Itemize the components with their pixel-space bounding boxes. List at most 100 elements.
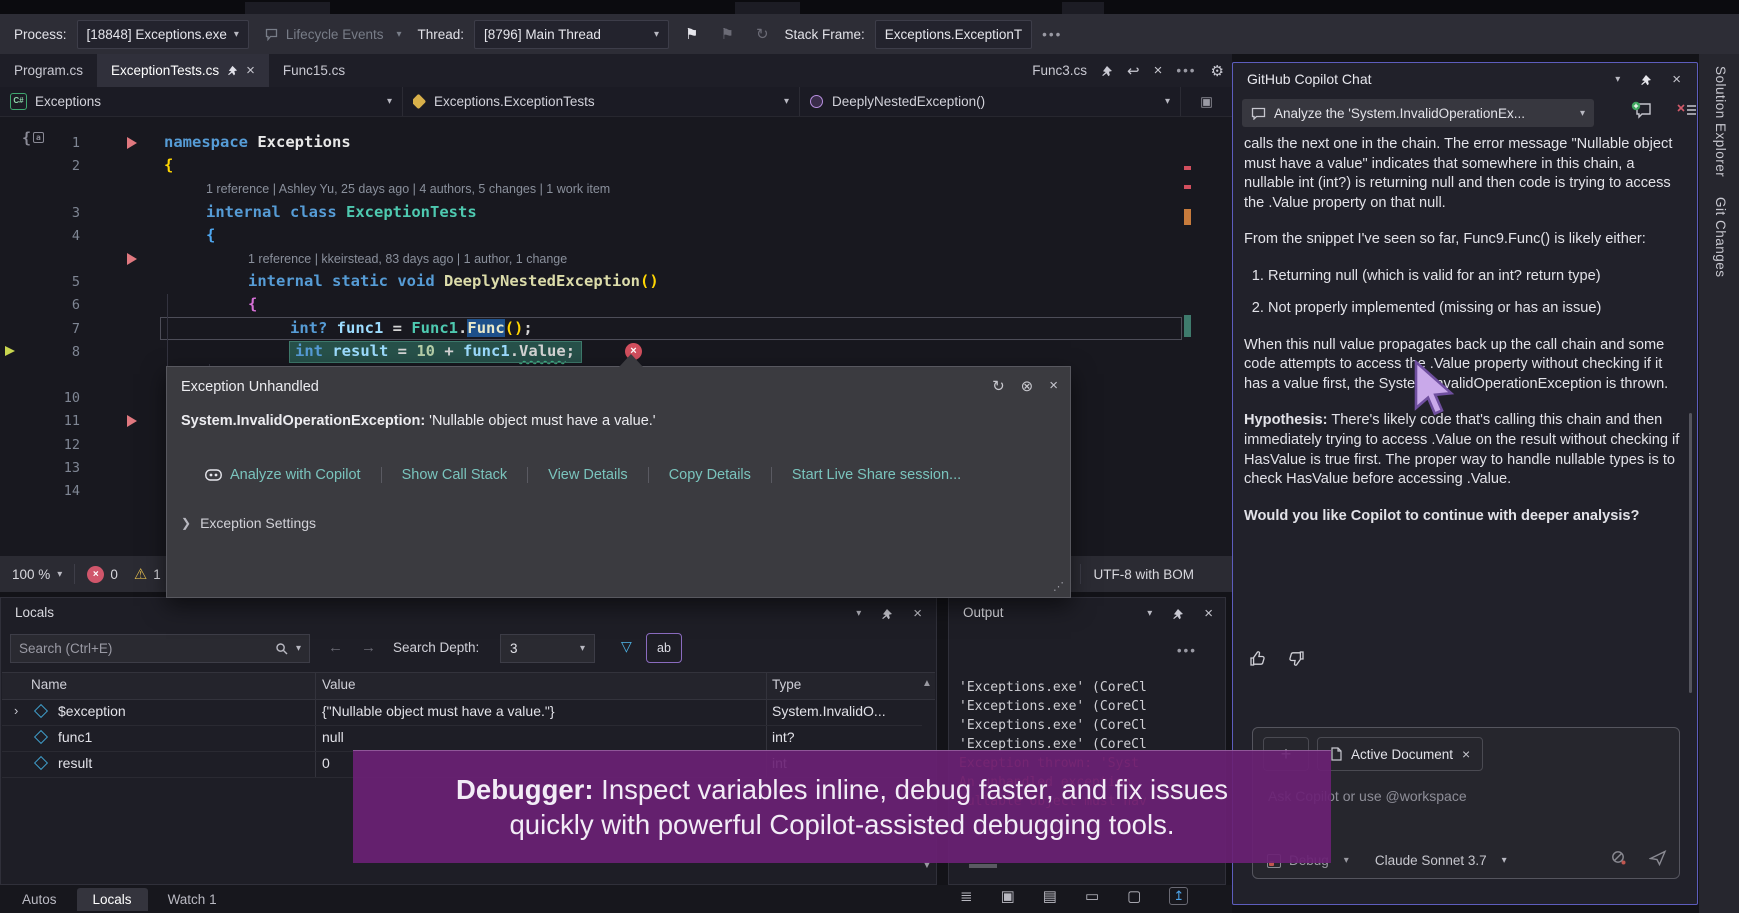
code-line[interactable]: 3internal class ExceptionTests: [0, 201, 1232, 224]
search-back-icon[interactable]: ←: [328, 639, 343, 656]
codelens-row[interactable]: 1 reference | Ashley Yu, 25 days ago | 4…: [0, 177, 1232, 200]
filter-icon[interactable]: ▽: [621, 638, 632, 655]
popup-action-start-live-share-session-[interactable]: Start Live Share session...: [772, 467, 981, 483]
bottom-tab-watch-1[interactable]: Watch 1: [152, 888, 233, 911]
thumbs-down-icon[interactable]: [1286, 649, 1305, 668]
search-forward-icon[interactable]: →: [361, 639, 376, 656]
chevron-down-icon[interactable]: ▾: [1147, 608, 1152, 619]
scroll-up-icon[interactable]: ▲: [922, 678, 932, 689]
close-icon[interactable]: ×: [246, 62, 255, 79]
bottom-tab-autos[interactable]: Autos: [6, 888, 73, 911]
code-line[interactable]: 6{: [0, 293, 1232, 316]
close-icon[interactable]: ×: [913, 605, 922, 622]
encoding-indicator[interactable]: UTF-8 with BOM: [1093, 567, 1194, 582]
popup-action-analyze-with-copilot[interactable]: Analyze with Copilot: [185, 467, 382, 483]
tab-overflow-button[interactable]: •••: [1176, 63, 1196, 78]
column-type[interactable]: Type: [772, 677, 801, 692]
console-icon[interactable]: ▭: [1085, 887, 1099, 905]
locals-row[interactable]: ›$exception{"Nullable object must have a…: [2, 699, 922, 726]
rail-tab-git-changes[interactable]: Git Changes: [1710, 197, 1728, 278]
chat-scrollbar[interactable]: [1689, 413, 1692, 693]
exception-settings-expander[interactable]: ❯ Exception Settings: [181, 515, 316, 531]
send-icon[interactable]: [1649, 850, 1667, 866]
gear-icon[interactable]: ⚙: [1211, 62, 1224, 80]
error-count[interactable]: 0: [110, 567, 118, 582]
chat-thread-dropdown[interactable]: Analyze the 'System.InvalidOperationEx..…: [1242, 99, 1594, 127]
close-icon[interactable]: ×: [1462, 746, 1470, 762]
thumbs-up-icon[interactable]: [1249, 649, 1268, 668]
close-icon[interactable]: ×: [1204, 605, 1213, 622]
toolbar-overflow-button[interactable]: •••: [1042, 27, 1062, 42]
chat-bold: Hypothesis:: [1244, 412, 1328, 428]
refresh-icon[interactable]: ↻: [992, 377, 1005, 395]
tab-func3[interactable]: Func3.cs: [1032, 63, 1087, 78]
close-icon[interactable]: ×: [1049, 377, 1058, 395]
pin-icon[interactable]: [1172, 608, 1184, 620]
breadcrumb-method[interactable]: DeeplyNestedException() ▾: [800, 87, 1181, 116]
close-icon[interactable]: ×: [1672, 71, 1681, 88]
codelens-row[interactable]: 1 reference | kkeirstead, 83 days ago | …: [0, 247, 1232, 270]
code-line[interactable]: 8int result = 10 + func1.Value;×: [0, 340, 1232, 363]
document-icon: [1330, 747, 1342, 761]
layers-icon[interactable]: ▣: [1001, 887, 1015, 905]
execution-pointer-icon: [5, 346, 15, 356]
code-line[interactable]: 1namespace Exceptions: [0, 131, 1232, 154]
breadcrumb-project[interactable]: C# Exceptions ▾: [0, 87, 403, 116]
thread-dropdown[interactable]: [8796] Main Thread▾: [474, 20, 669, 49]
terminal-icon[interactable]: ▢: [1127, 887, 1141, 905]
tools-icon[interactable]: [1610, 849, 1627, 866]
breadcrumb-class[interactable]: Exceptions.ExceptionTests ▾: [403, 87, 800, 116]
output-overflow-button[interactable]: •••: [1177, 643, 1197, 658]
stack-frame-dropdown[interactable]: Exceptions.ExceptionT: [875, 20, 1032, 49]
clear-chat-icon[interactable]: [1676, 101, 1698, 121]
search-depth-dropdown[interactable]: 3 ▾: [500, 634, 595, 663]
skip-loop-icon[interactable]: ↻: [750, 25, 775, 43]
popup-action-show-call-stack[interactable]: Show Call Stack: [382, 467, 529, 483]
lifecycle-events-button[interactable]: Lifecycle Events ▾: [259, 27, 408, 42]
error-count-icon[interactable]: ×: [87, 566, 104, 583]
popup-action-view-details[interactable]: View Details: [528, 467, 649, 483]
locals-row[interactable]: func1nullint?: [2, 725, 922, 752]
document-outline-icon[interactable]: ▣: [1181, 87, 1232, 116]
pin-icon[interactable]: [1640, 74, 1652, 86]
flag-outline-icon[interactable]: ⚑: [714, 25, 739, 43]
flag-icon[interactable]: ⚑: [679, 25, 704, 43]
horizontal-scrollbar-thumb[interactable]: [969, 864, 997, 868]
tab-func15-cs[interactable]: Func15.cs: [269, 54, 359, 87]
bottom-tab-locals[interactable]: Locals: [77, 888, 148, 911]
break-settings-icon[interactable]: ⊗: [1021, 377, 1034, 395]
close-icon[interactable]: ×: [1154, 62, 1163, 79]
pin-icon[interactable]: [1101, 65, 1113, 77]
expander-chevron-icon[interactable]: ›: [14, 703, 18, 718]
chevron-down-icon[interactable]: ▾: [296, 643, 301, 654]
tab-program-cs[interactable]: Program.cs: [0, 54, 97, 87]
watch-grid-icon[interactable]: ▤: [1043, 887, 1057, 905]
tab-exceptiontests-cs[interactable]: ExceptionTests.cs×: [97, 54, 269, 87]
warning-icon[interactable]: ⚠: [134, 565, 147, 583]
chevron-down-icon[interactable]: ▾: [1615, 74, 1620, 85]
column-value[interactable]: Value: [322, 677, 356, 692]
navigate-back-icon[interactable]: ↩: [1127, 62, 1140, 80]
scroll-marker-strip[interactable]: [1183, 117, 1192, 556]
context-chip-active-document[interactable]: Active Document ×: [1317, 737, 1483, 771]
resize-grip[interactable]: ⋰: [1053, 580, 1065, 593]
pin-icon[interactable]: [227, 65, 238, 76]
chevron-down-icon[interactable]: ▾: [856, 608, 861, 619]
code-line[interactable]: 7int? func1 = Func1.Func();: [0, 317, 1232, 340]
publish-icon[interactable]: ↥: [1169, 887, 1188, 905]
pin-icon[interactable]: [881, 608, 893, 620]
warning-count[interactable]: 1: [153, 567, 161, 582]
popup-action-copy-details[interactable]: Copy Details: [649, 467, 772, 483]
code-line[interactable]: 2{: [0, 154, 1232, 177]
model-dropdown[interactable]: Claude Sonnet 3.7 ▾: [1375, 853, 1507, 868]
text-visualizer-toggle[interactable]: ab: [646, 633, 682, 663]
locals-search-input[interactable]: Search (Ctrl+E) ▾: [10, 634, 310, 663]
rail-tab-solution-explorer[interactable]: Solution Explorer: [1710, 66, 1728, 177]
code-line[interactable]: 4{: [0, 224, 1232, 247]
process-dropdown[interactable]: [18848] Exceptions.exe▾: [77, 20, 249, 49]
new-chat-icon[interactable]: [1631, 101, 1653, 121]
output-list-icon[interactable]: ≣: [960, 887, 973, 905]
zoom-level[interactable]: 100 %: [12, 567, 50, 582]
code-line[interactable]: 5internal static void DeeplyNestedExcept…: [0, 270, 1232, 293]
column-name[interactable]: Name: [31, 677, 67, 692]
